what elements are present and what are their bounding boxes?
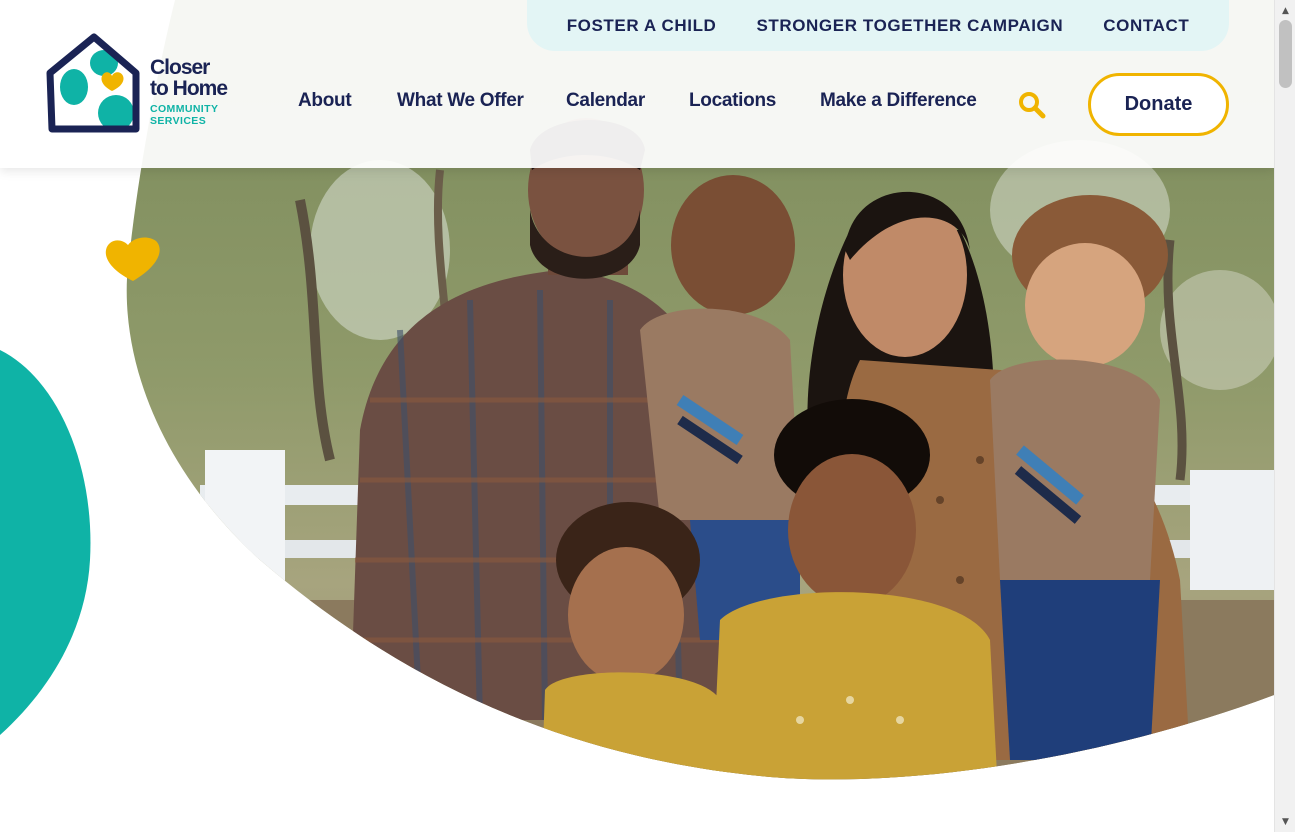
nav-item-make-a-difference[interactable]: Make a Difference: [820, 90, 977, 112]
vertical-scrollbar[interactable]: ▲ ▼: [1274, 0, 1295, 832]
logo-text-services: SERVICES: [150, 115, 207, 127]
heart-icon: [105, 237, 160, 281]
logo-text-to-home: to Home: [150, 77, 228, 100]
logo-text-closer: Closer: [150, 56, 210, 79]
house-logo-icon: [46, 33, 140, 133]
scroll-down-arrow-icon[interactable]: ▼: [1275, 813, 1295, 830]
nav-item-locations[interactable]: Locations: [689, 90, 776, 112]
page: Closer to Home COMMUNITY SERVICES About …: [0, 0, 1295, 832]
below-fold-heading-cutoff: [46, 818, 366, 832]
site-logo[interactable]: Closer to Home COMMUNITY SERVICES: [44, 33, 234, 137]
nav-item-what-we-offer[interactable]: What We Offer: [397, 90, 524, 112]
utility-link-foster-a-child[interactable]: FOSTER A CHILD: [567, 16, 717, 36]
nav-item-calendar[interactable]: Calendar: [566, 90, 645, 112]
nav-item-about[interactable]: About: [298, 90, 352, 112]
search-icon: [1019, 92, 1046, 119]
teal-blob-shape: [0, 350, 91, 735]
utility-link-stronger-together-campaign[interactable]: STRONGER TOGETHER CAMPAIGN: [756, 16, 1063, 36]
donate-button[interactable]: Donate: [1088, 73, 1229, 136]
search-button[interactable]: [1018, 91, 1046, 119]
logo-text-community: COMMUNITY: [150, 103, 219, 115]
utility-link-contact[interactable]: CONTACT: [1103, 16, 1189, 36]
scrollbar-thumb[interactable]: [1279, 20, 1292, 88]
scroll-up-arrow-icon[interactable]: ▲: [1275, 2, 1295, 19]
utility-navigation: FOSTER A CHILD STRONGER TOGETHER CAMPAIG…: [527, 0, 1229, 51]
logo-wordmark: Closer to Home COMMUNITY SERVICES: [150, 56, 228, 127]
